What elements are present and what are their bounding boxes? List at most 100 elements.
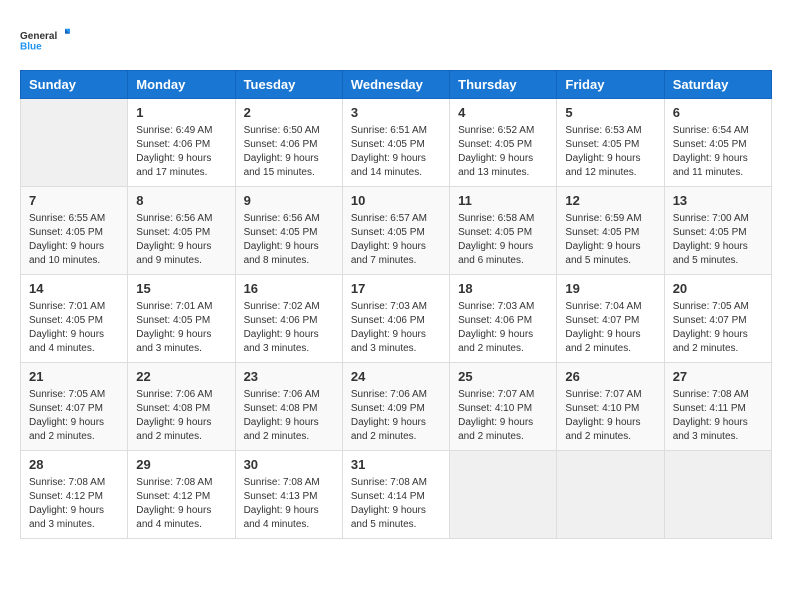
weekday-header-saturday: Saturday	[664, 71, 771, 99]
day-number: 11	[458, 193, 548, 208]
day-info: Sunrise: 6:58 AM Sunset: 4:05 PM Dayligh…	[458, 212, 548, 268]
day-info: Sunrise: 7:03 AM Sunset: 4:06 PM Dayligh…	[458, 300, 548, 356]
day-info: Sunrise: 6:59 AM Sunset: 4:05 PM Dayligh…	[565, 212, 655, 268]
day-number: 6	[673, 105, 763, 120]
day-number: 2	[244, 105, 334, 120]
day-number: 17	[351, 281, 441, 296]
day-number: 26	[565, 369, 655, 384]
day-info: Sunrise: 6:53 AM Sunset: 4:05 PM Dayligh…	[565, 124, 655, 180]
weekday-header-monday: Monday	[128, 71, 235, 99]
day-info: Sunrise: 7:08 AM Sunset: 4:13 PM Dayligh…	[244, 476, 334, 532]
calendar-week-2: 7Sunrise: 6:55 AM Sunset: 4:05 PM Daylig…	[21, 187, 772, 275]
calendar-cell: 8 Sunrise: 6:56 AM Sunset: 4:05 PM Daylig…	[128, 187, 235, 275]
day-number: 22	[136, 369, 226, 384]
day-number: 29	[136, 457, 226, 472]
day-number: 20	[673, 281, 763, 296]
calendar-cell: 20 Sunrise: 7:05 AM Sunset: 4:07 PM Dayli…	[664, 275, 771, 363]
day-number: 18	[458, 281, 548, 296]
day-number: 4	[458, 105, 548, 120]
day-info: Sunrise: 6:57 AM Sunset: 4:05 PM Dayligh…	[351, 212, 441, 268]
day-number: 3	[351, 105, 441, 120]
day-info: Sunrise: 6:56 AM Sunset: 4:05 PM Dayligh…	[244, 212, 334, 268]
calendar-cell: 4 Sunrise: 6:52 AM Sunset: 4:05 PM Daylig…	[450, 99, 557, 187]
day-number: 19	[565, 281, 655, 296]
calendar-cell	[664, 451, 771, 539]
calendar-cell: 18 Sunrise: 7:03 AM Sunset: 4:06 PM Dayli…	[450, 275, 557, 363]
day-number: 24	[351, 369, 441, 384]
day-number: 9	[244, 193, 334, 208]
day-number: 5	[565, 105, 655, 120]
calendar-cell	[557, 451, 664, 539]
day-info: Sunrise: 7:01 AM Sunset: 4:05 PM Dayligh…	[29, 300, 119, 356]
calendar-cell: 17 Sunrise: 7:03 AM Sunset: 4:06 PM Dayli…	[342, 275, 449, 363]
header: General Blue	[20, 20, 772, 60]
calendar-cell: 15 Sunrise: 7:01 AM Sunset: 4:05 PM Dayli…	[128, 275, 235, 363]
calendar-cell: 3 Sunrise: 6:51 AM Sunset: 4:05 PM Daylig…	[342, 99, 449, 187]
calendar-cell: 12 Sunrise: 6:59 AM Sunset: 4:05 PM Dayli…	[557, 187, 664, 275]
day-info: Sunrise: 7:00 AM Sunset: 4:05 PM Dayligh…	[673, 212, 763, 268]
day-number: 12	[565, 193, 655, 208]
weekday-header: SundayMondayTuesdayWednesdayThursdayFrid…	[21, 71, 772, 99]
calendar-cell: 31Sunrise: 7:08 AM Sunset: 4:14 PM Dayli…	[342, 451, 449, 539]
svg-text:Blue: Blue	[20, 41, 42, 52]
calendar-cell: 25 Sunrise: 7:07 AM Sunset: 4:10 PM Dayli…	[450, 363, 557, 451]
day-info: Sunrise: 7:01 AM Sunset: 4:05 PM Dayligh…	[136, 300, 226, 356]
calendar-week-1: 1 Sunrise: 6:49 AM Sunset: 4:06 PM Daylig…	[21, 99, 772, 187]
day-info: Sunrise: 7:04 AM Sunset: 4:07 PM Dayligh…	[565, 300, 655, 356]
day-number: 13	[673, 193, 763, 208]
logo: General Blue	[20, 20, 70, 60]
day-info: Sunrise: 7:06 AM Sunset: 4:09 PM Dayligh…	[351, 388, 441, 444]
calendar-cell: 26 Sunrise: 7:07 AM Sunset: 4:10 PM Dayli…	[557, 363, 664, 451]
day-info: Sunrise: 6:54 AM Sunset: 4:05 PM Dayligh…	[673, 124, 763, 180]
day-number: 31	[351, 457, 441, 472]
logo-svg: General Blue	[20, 20, 70, 60]
day-number: 10	[351, 193, 441, 208]
calendar-cell: 6 Sunrise: 6:54 AM Sunset: 4:05 PM Daylig…	[664, 99, 771, 187]
calendar-week-5: 28 Sunrise: 7:08 AM Sunset: 4:12 PM Dayli…	[21, 451, 772, 539]
day-number: 27	[673, 369, 763, 384]
weekday-header-sunday: Sunday	[21, 71, 128, 99]
day-info: Sunrise: 6:49 AM Sunset: 4:06 PM Dayligh…	[136, 124, 226, 180]
weekday-header-tuesday: Tuesday	[235, 71, 342, 99]
calendar-cell: 27 Sunrise: 7:08 AM Sunset: 4:11 PM Dayli…	[664, 363, 771, 451]
day-info: Sunrise: 7:08 AM Sunset: 4:11 PM Dayligh…	[673, 388, 763, 444]
calendar-cell: 30 Sunrise: 7:08 AM Sunset: 4:13 PM Dayli…	[235, 451, 342, 539]
day-info: Sunrise: 6:56 AM Sunset: 4:05 PM Dayligh…	[136, 212, 226, 268]
day-info: Sunrise: 7:07 AM Sunset: 4:10 PM Dayligh…	[458, 388, 548, 444]
day-info: Sunrise: 6:50 AM Sunset: 4:06 PM Dayligh…	[244, 124, 334, 180]
day-info: Sunrise: 6:51 AM Sunset: 4:05 PM Dayligh…	[351, 124, 441, 180]
day-number: 7	[29, 193, 119, 208]
day-number: 23	[244, 369, 334, 384]
calendar-cell	[450, 451, 557, 539]
day-info: Sunrise: 7:08 AM Sunset: 4:12 PM Dayligh…	[136, 476, 226, 532]
day-info: Sunrise: 7:03 AM Sunset: 4:06 PM Dayligh…	[351, 300, 441, 356]
day-number: 8	[136, 193, 226, 208]
calendar-cell: 29 Sunrise: 7:08 AM Sunset: 4:12 PM Dayli…	[128, 451, 235, 539]
day-number: 15	[136, 281, 226, 296]
calendar-cell: 19 Sunrise: 7:04 AM Sunset: 4:07 PM Dayli…	[557, 275, 664, 363]
calendar-cell: 10 Sunrise: 6:57 AM Sunset: 4:05 PM Dayli…	[342, 187, 449, 275]
calendar-table: SundayMondayTuesdayWednesdayThursdayFrid…	[20, 70, 772, 539]
day-info: Sunrise: 7:06 AM Sunset: 4:08 PM Dayligh…	[244, 388, 334, 444]
day-number: 1	[136, 105, 226, 120]
calendar-cell: 28 Sunrise: 7:08 AM Sunset: 4:12 PM Dayli…	[21, 451, 128, 539]
day-info: Sunrise: 7:07 AM Sunset: 4:10 PM Dayligh…	[565, 388, 655, 444]
day-info: Sunrise: 7:05 AM Sunset: 4:07 PM Dayligh…	[673, 300, 763, 356]
calendar-cell	[21, 99, 128, 187]
calendar-cell: 13 Sunrise: 7:00 AM Sunset: 4:05 PM Dayli…	[664, 187, 771, 275]
calendar-cell: 1 Sunrise: 6:49 AM Sunset: 4:06 PM Daylig…	[128, 99, 235, 187]
calendar-cell: 16Sunrise: 7:02 AM Sunset: 4:06 PM Dayli…	[235, 275, 342, 363]
calendar-body: 1 Sunrise: 6:49 AM Sunset: 4:06 PM Daylig…	[21, 99, 772, 539]
day-number: 25	[458, 369, 548, 384]
day-number: 21	[29, 369, 119, 384]
weekday-header-wednesday: Wednesday	[342, 71, 449, 99]
day-number: 28	[29, 457, 119, 472]
svg-text:General: General	[20, 31, 57, 42]
day-number: 30	[244, 457, 334, 472]
day-info: Sunrise: 6:52 AM Sunset: 4:05 PM Dayligh…	[458, 124, 548, 180]
calendar-cell: 7Sunrise: 6:55 AM Sunset: 4:05 PM Daylig…	[21, 187, 128, 275]
day-number: 14	[29, 281, 119, 296]
day-info: Sunrise: 7:08 AM Sunset: 4:12 PM Dayligh…	[29, 476, 119, 532]
calendar-cell: 24 Sunrise: 7:06 AM Sunset: 4:09 PM Dayli…	[342, 363, 449, 451]
calendar-cell: 11 Sunrise: 6:58 AM Sunset: 4:05 PM Dayli…	[450, 187, 557, 275]
